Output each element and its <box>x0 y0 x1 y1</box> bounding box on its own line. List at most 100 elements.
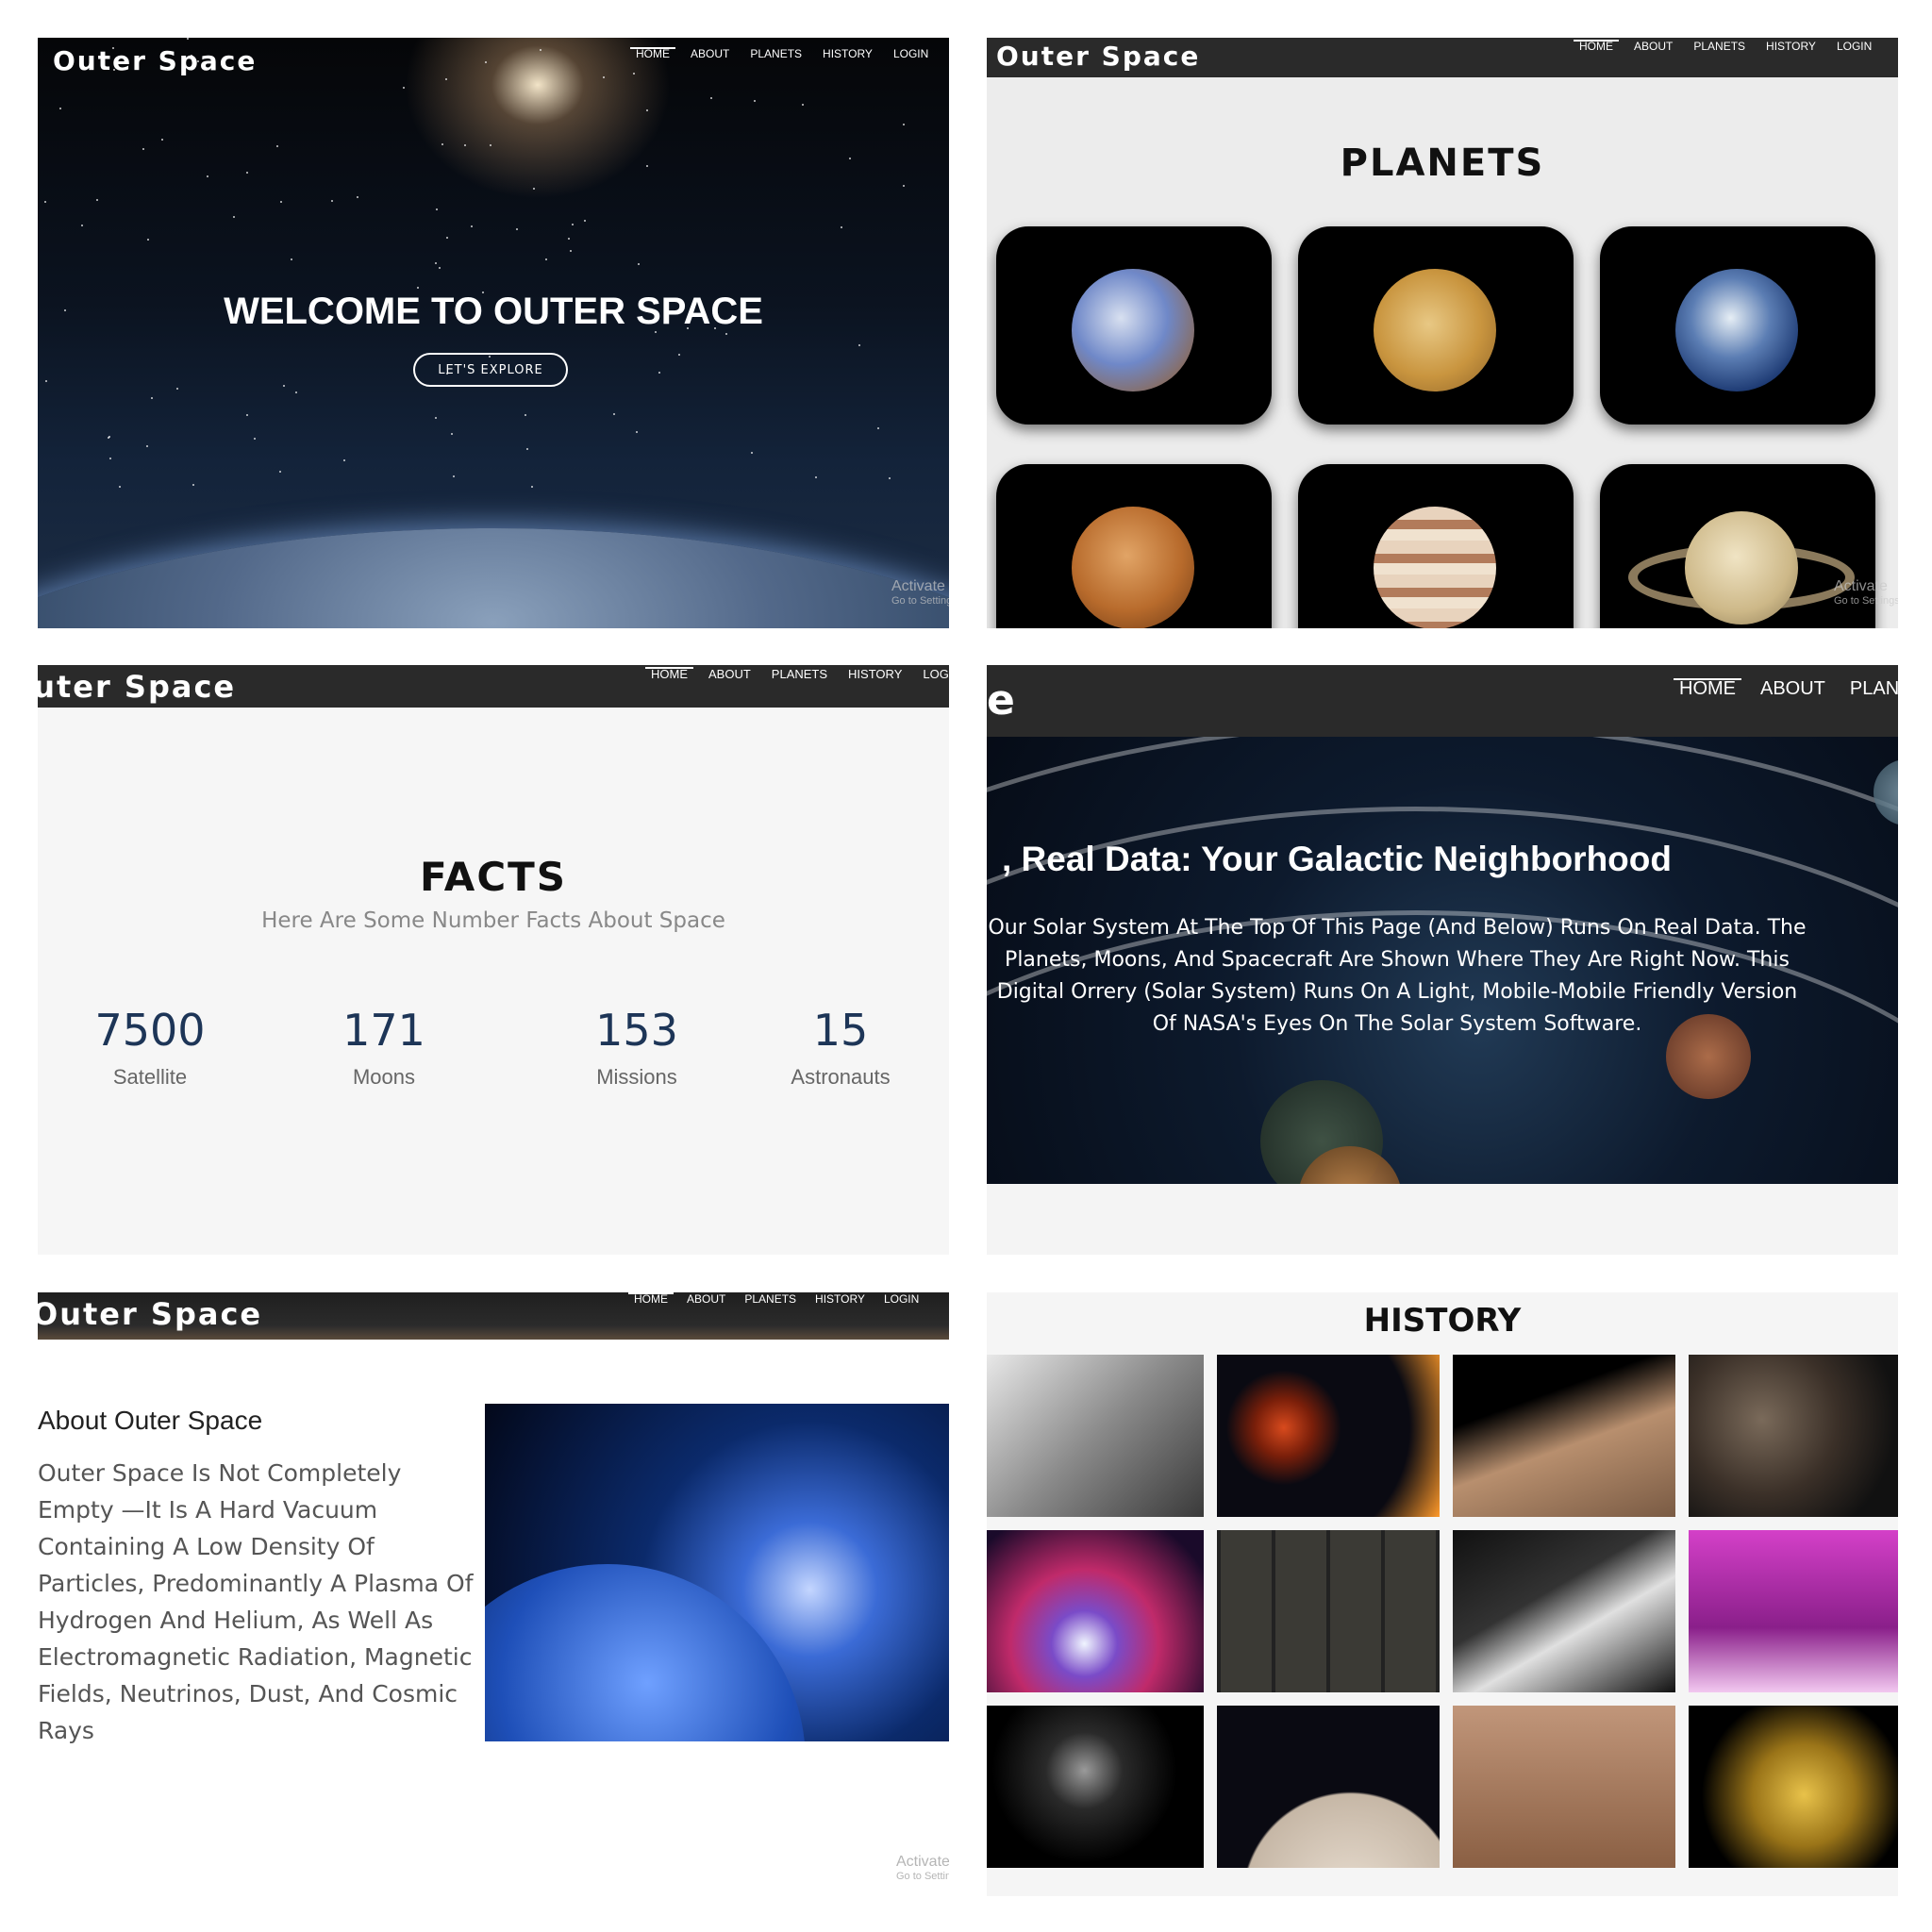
star <box>254 438 257 441</box>
star <box>637 263 640 266</box>
history-image[interactable] <box>1217 1530 1440 1692</box>
history-image[interactable] <box>987 1530 1204 1692</box>
star <box>858 344 861 347</box>
home-screen: Outer Space HOME ABOUT PLANETS HISTORY L… <box>38 38 949 628</box>
brand-logo[interactable]: Outer Space <box>38 669 236 705</box>
hero-title: WELCOME TO OUTER SPACE <box>224 291 763 332</box>
nav-history[interactable]: HISTORY <box>848 667 902 696</box>
activation-watermark: ActivateGo to Settings <box>896 1854 949 1883</box>
nav-about[interactable]: ABOUT <box>1760 678 1825 723</box>
nav-planets[interactable]: PLANETS <box>750 47 802 74</box>
star <box>439 267 441 270</box>
star <box>403 87 406 90</box>
star <box>485 60 488 63</box>
stat-value: 153 <box>595 1005 678 1056</box>
planet-card[interactable] <box>996 464 1272 628</box>
brand-logo[interactable]: Outer Space <box>38 1296 262 1332</box>
section-title: PLANETS <box>1340 142 1545 185</box>
planet-card[interactable] <box>996 226 1272 425</box>
star <box>45 380 48 383</box>
section-subtitle: Here Are Some Number Facts About Space <box>261 908 725 933</box>
star <box>146 239 149 242</box>
planet-card[interactable] <box>1298 464 1574 628</box>
star <box>206 175 208 177</box>
star <box>633 72 636 75</box>
star <box>750 452 753 455</box>
section-title: FACTS <box>419 854 568 900</box>
nav-login[interactable]: LOGIN <box>893 47 928 74</box>
history-image[interactable] <box>1689 1706 1898 1868</box>
star <box>435 417 438 420</box>
space-debris-image <box>485 1404 949 1741</box>
star <box>645 164 648 167</box>
about-screen: Outer Space HOME ABOUT PLANETS HISTORY L… <box>38 1292 949 1896</box>
history-image[interactable] <box>1217 1355 1440 1517</box>
star <box>59 108 62 110</box>
history-image[interactable] <box>1689 1530 1898 1692</box>
nav-about[interactable]: ABOUT <box>1634 40 1673 66</box>
star <box>753 99 756 102</box>
nav-home[interactable]: HOME <box>1574 40 1619 66</box>
star <box>902 184 905 187</box>
facts-screen: Outer Space HOME ABOUT PLANETS HISTORY L… <box>38 665 949 1255</box>
nav-about[interactable]: ABOUT <box>687 1292 725 1321</box>
nav-planets[interactable]: PLANETS <box>772 667 827 696</box>
about-title: About Outer Space <box>38 1406 263 1435</box>
star <box>544 258 547 260</box>
stat-missions: 153 Missions <box>528 1005 745 1090</box>
history-image[interactable] <box>1217 1706 1440 1868</box>
nav-planets[interactable]: PLANETS <box>1693 40 1745 66</box>
star <box>245 413 248 416</box>
nav-login[interactable]: LOGIN <box>923 667 949 696</box>
history-image[interactable] <box>1453 1355 1675 1517</box>
star <box>43 200 46 203</box>
section-title: , Real Data: Your Galactic Neighborhood <box>1002 840 1672 878</box>
star <box>330 199 333 202</box>
nav-history[interactable]: HISTORY <box>815 1292 865 1321</box>
star <box>276 144 279 147</box>
history-image[interactable] <box>1689 1355 1898 1517</box>
star <box>849 157 852 159</box>
nav-home[interactable]: HOME <box>630 47 675 74</box>
nav-planets[interactable]: PLANETS <box>1850 678 1898 723</box>
history-screen: HISTORY <box>987 1292 1898 1896</box>
brand-logo[interactable]: Outer Space <box>996 41 1200 72</box>
star <box>533 187 536 190</box>
nav-history[interactable]: HISTORY <box>823 47 873 74</box>
history-image[interactable] <box>1453 1530 1675 1692</box>
star <box>291 258 293 261</box>
nav-home[interactable]: HOME <box>628 1292 674 1321</box>
star <box>583 219 586 222</box>
venus-icon <box>1374 269 1496 391</box>
history-image[interactable] <box>987 1355 1204 1517</box>
stat-label: Astronauts <box>791 1065 891 1089</box>
star <box>118 486 121 489</box>
history-image[interactable] <box>1453 1706 1675 1868</box>
main-nav: HOME ABOUT PLANETS HISTORY LOGIN <box>1574 40 1872 66</box>
planet-card[interactable] <box>1600 226 1875 425</box>
planet-card[interactable] <box>1298 226 1574 425</box>
star <box>435 208 438 211</box>
section-title: HISTORY <box>1363 1302 1522 1340</box>
history-image[interactable] <box>987 1706 1204 1868</box>
star <box>95 198 98 201</box>
star <box>109 457 112 459</box>
nav-login[interactable]: LOGIN <box>1837 40 1872 66</box>
nav-home[interactable]: HOME <box>645 667 693 696</box>
stat-value: 15 <box>812 1005 869 1056</box>
nav-home[interactable]: HOME <box>1674 678 1741 723</box>
star <box>840 225 842 228</box>
activation-watermark: ActivateGo to Settings <box>891 578 949 608</box>
star <box>603 76 606 79</box>
star <box>677 353 680 356</box>
star <box>279 471 282 474</box>
nav-login[interactable]: LOGIN <box>884 1292 919 1321</box>
nav-about[interactable]: ABOUT <box>691 47 729 74</box>
brand-logo-fragment[interactable]: e <box>987 676 1017 724</box>
nav-about[interactable]: ABOUT <box>708 667 751 696</box>
nav-planets[interactable]: PLANETS <box>744 1292 796 1321</box>
stat-value: 171 <box>342 1005 425 1056</box>
brand-logo[interactable]: Outer Space <box>53 45 257 76</box>
explore-button[interactable]: LET'S EXPLORE <box>413 353 568 387</box>
nav-history[interactable]: HISTORY <box>1766 40 1816 66</box>
